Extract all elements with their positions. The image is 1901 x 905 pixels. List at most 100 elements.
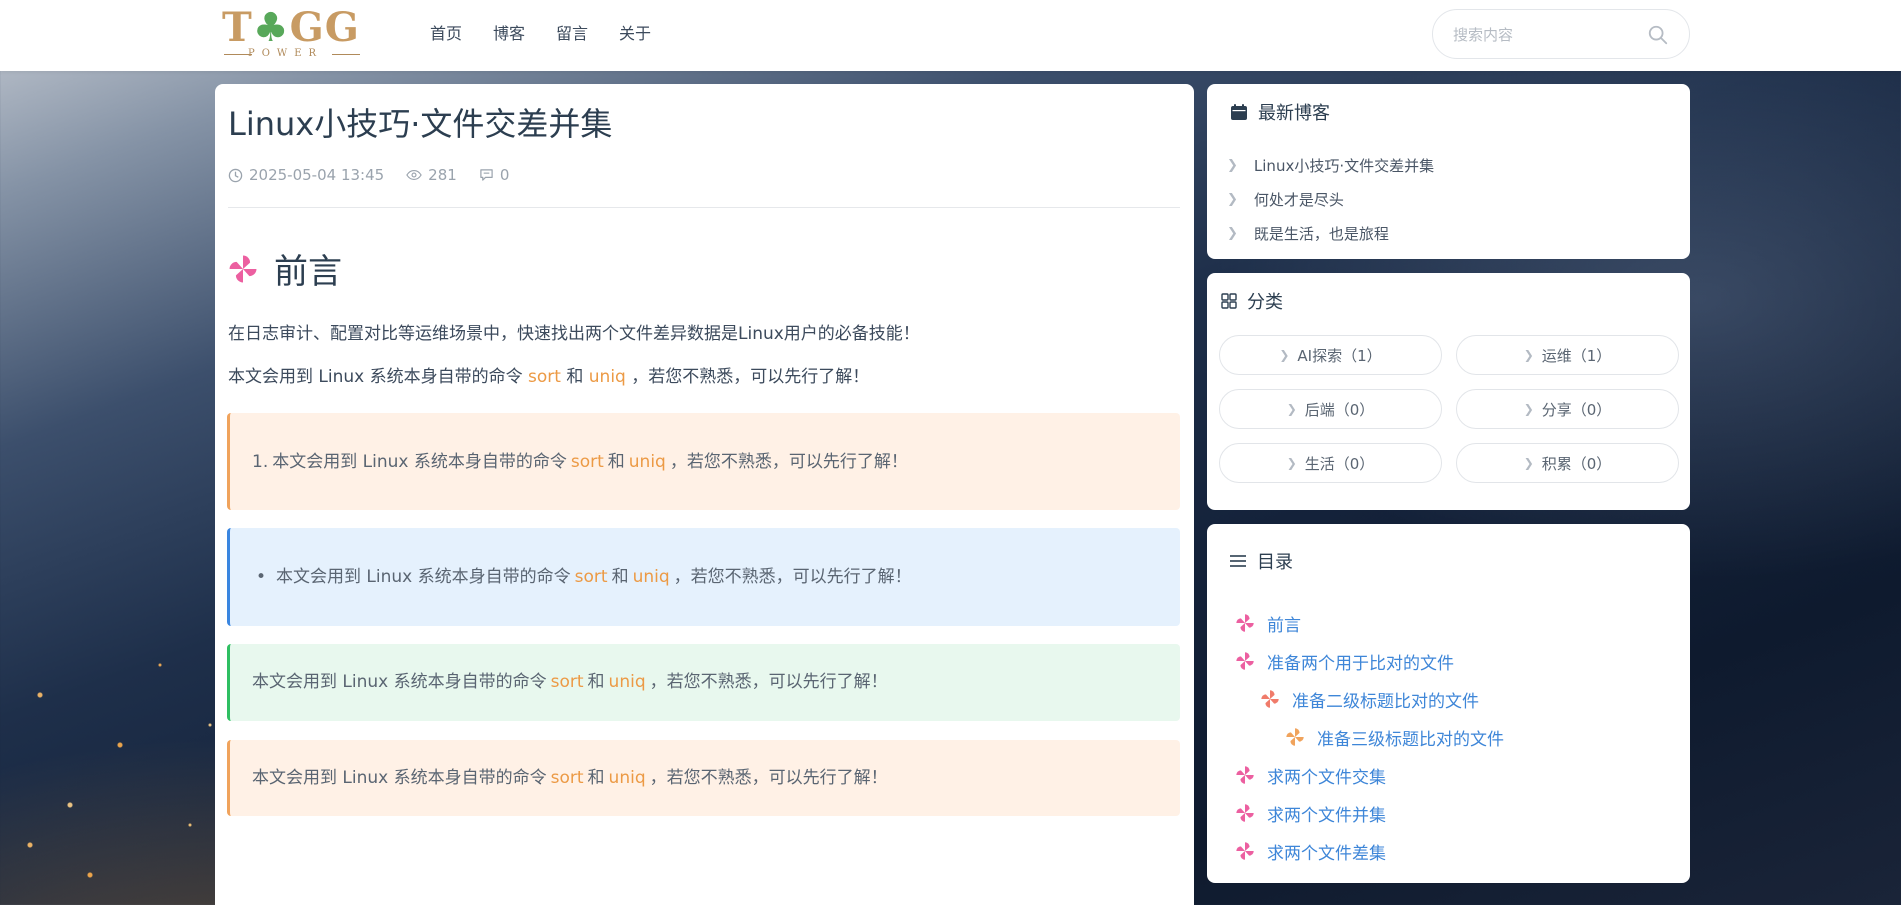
toc-title: 目录: [1257, 552, 1293, 573]
toc-item[interactable]: 准备三级标题比对的文件: [1207, 718, 1504, 756]
recent-post-label: 何处才是尽头: [1253, 190, 1344, 209]
recent-posts-list: ❯ Linux小技巧·文件交差并集 ❯ 何处才是尽头 ❯ 既是生活，也是旅程: [1227, 148, 1434, 250]
recent-post-item[interactable]: ❯ Linux小技巧·文件交差并集: [1227, 148, 1434, 182]
search-icon[interactable]: [1647, 24, 1669, 46]
text-fragment: 和: [607, 452, 625, 472]
list-bullet: •: [256, 567, 267, 587]
category-backend[interactable]: ❯ 后端（0）: [1219, 389, 1442, 429]
background-city-lights: [0, 545, 240, 905]
section-heading-text: 前言: [274, 252, 342, 292]
text-fragment: 本文会用到 Linux 系统本身自带的命令: [272, 452, 567, 472]
category-label: 运维（1）: [1541, 346, 1612, 365]
cmd-uniq: uniq: [588, 367, 626, 387]
clover-icon: ♣: [252, 4, 290, 51]
recent-posts-title: 最新博客: [1258, 103, 1330, 124]
logo-text: T♣GG: [222, 4, 360, 51]
main-nav: 首页 博客 留言 关于: [430, 22, 651, 46]
recent-post-item[interactable]: ❯ 何处才是尽头: [1227, 182, 1434, 216]
search-box: [1432, 9, 1690, 59]
text-fragment: 和: [611, 567, 629, 587]
toc-item[interactable]: 准备二级标题比对的文件: [1207, 680, 1504, 718]
search-input[interactable]: [1453, 23, 1633, 47]
chevron-right-icon: ❯: [1279, 348, 1290, 362]
category-ops[interactable]: ❯ 运维（1）: [1456, 335, 1679, 375]
nav-home[interactable]: 首页: [430, 22, 462, 46]
post-date: 2025-05-04 13:45: [228, 166, 384, 184]
nav-about[interactable]: 关于: [619, 22, 651, 46]
text-fragment: ，若您不熟悉，可以先行了解！: [673, 567, 912, 587]
category-label: AI探索（1）: [1297, 346, 1382, 365]
categories-card: 分类 ❯ AI探索（1） ❯ 运维（1） ❯ 后端（0） ❯ 分享（0） ❯ 生活（0） …: [1207, 273, 1690, 510]
callout-orange: 本文会用到 Linux 系统本身自带的命令 sort 和 uniq ，若您不熟悉…: [227, 740, 1180, 816]
callout-content: • 本文会用到 Linux 系统本身自带的命令 sort 和 uniq ，若您不…: [256, 564, 912, 590]
text-fragment: ，若您不熟悉，可以先行了解！: [649, 768, 888, 788]
chevron-right-icon: ❯: [1227, 191, 1238, 207]
cmd-sort: sort: [550, 672, 584, 692]
toc-header: 目录: [1229, 548, 1293, 574]
calendar-icon: [1231, 104, 1247, 120]
toc-label: 求两个文件交集: [1267, 767, 1386, 788]
toc-label: 准备三级标题比对的文件: [1317, 729, 1504, 750]
callout-content: 本文会用到 Linux 系统本身自带的命令 sort 和 uniq ，若您不熟悉…: [252, 669, 888, 695]
callout-green: 本文会用到 Linux 系统本身自带的命令 sort 和 uniq ，若您不熟悉…: [227, 644, 1180, 721]
callout-content: 本文会用到 Linux 系统本身自带的命令 sort 和 uniq ，若您不熟悉…: [252, 765, 888, 791]
callout-content: 1. 本文会用到 Linux 系统本身自带的命令 sort 和 uniq ，若您…: [252, 449, 908, 475]
section-heading: 前言: [226, 244, 342, 293]
recent-post-item[interactable]: ❯ 既是生活，也是旅程: [1227, 216, 1434, 250]
recent-posts-card: 最新博客 ❯ Linux小技巧·文件交差并集 ❯ 何处才是尽头 ❯ 既是生活，也是旅程: [1207, 84, 1690, 259]
categories-title: 分类: [1247, 292, 1283, 313]
post-views: 281: [406, 166, 457, 184]
chevron-right-icon: ❯: [1523, 348, 1534, 362]
chevron-right-icon: ❯: [1227, 157, 1238, 173]
toc-item[interactable]: 准备两个用于比对的文件: [1207, 642, 1504, 680]
toc-item[interactable]: 求两个文件交集: [1207, 756, 1504, 794]
pinwheel-icon: [229, 255, 257, 282]
cmd-sort: sort: [528, 367, 561, 387]
category-label: 积累（0）: [1541, 454, 1612, 473]
toc-label: 求两个文件差集: [1267, 843, 1386, 864]
categories-header: 分类: [1221, 288, 1283, 314]
category-label: 生活（0）: [1304, 454, 1375, 473]
text-fragment: 本文会用到 Linux 系统本身自带的命令: [276, 567, 571, 587]
toc-item[interactable]: 求两个文件并集: [1207, 794, 1504, 832]
chevron-right-icon: ❯: [1286, 402, 1297, 416]
toc-label: 前言: [1267, 615, 1301, 636]
category-ai[interactable]: ❯ AI探索（1）: [1219, 335, 1442, 375]
chevron-right-icon: ❯: [1227, 225, 1238, 241]
post-comments-text: 0: [499, 166, 510, 184]
text-fragment: 本文会用到 Linux 系统本身自带的命令: [228, 367, 523, 387]
post-views-text: 281: [428, 166, 457, 184]
category-accumulate[interactable]: ❯ 积累（0）: [1456, 443, 1679, 483]
list-icon: [1230, 555, 1246, 567]
cmd-uniq: uniq: [628, 452, 666, 472]
cmd-uniq: uniq: [608, 672, 646, 692]
callout-blue-bulleted: • 本文会用到 Linux 系统本身自带的命令 sort 和 uniq ，若您不…: [227, 528, 1180, 626]
text-fragment: ，若您不熟悉，可以先行了解！: [669, 452, 908, 472]
pinwheel-icon: [1236, 842, 1254, 860]
post-date-text: 2025-05-04 13:45: [249, 166, 385, 184]
category-life[interactable]: ❯ 生活（0）: [1219, 443, 1442, 483]
text-fragment: 和: [587, 672, 605, 692]
pinwheel-icon: [1236, 652, 1254, 670]
toc-label: 求两个文件并集: [1267, 805, 1386, 826]
nav-guestbook[interactable]: 留言: [556, 22, 588, 46]
cmd-uniq: uniq: [632, 567, 670, 587]
chevron-right-icon: ❯: [1286, 456, 1297, 470]
top-header: T♣GG POWER 首页 博客 留言 关于: [0, 0, 1901, 71]
nav-blog[interactable]: 博客: [493, 22, 525, 46]
text-fragment: ，若您不熟悉，可以先行了解！: [649, 672, 888, 692]
toc-item[interactable]: 求两个文件差集: [1207, 832, 1504, 870]
toc-item[interactable]: 前言: [1207, 604, 1504, 642]
category-share[interactable]: ❯ 分享（0）: [1456, 389, 1679, 429]
text-fragment: ，若您不熟悉，可以先行了解！: [631, 367, 870, 387]
comment-icon: [480, 169, 493, 181]
site-logo[interactable]: T♣GG POWER: [222, 6, 362, 62]
text-fragment: 和: [587, 768, 605, 788]
grid-icon: [1221, 293, 1237, 309]
category-label: 分享（0）: [1541, 400, 1612, 419]
pinwheel-icon: [1261, 690, 1279, 708]
toc-list: 前言 准备两个用于比对的文件 准备二级标题比对的文件 准备三级标题比对的文件 求…: [1207, 604, 1504, 870]
post-card: Linux小技巧·文件交差并集 2025-05-04 13:45 281 0 前…: [215, 84, 1194, 905]
post-title: Linux小技巧·文件交差并集: [228, 105, 613, 143]
pinwheel-icon: [1236, 766, 1254, 784]
